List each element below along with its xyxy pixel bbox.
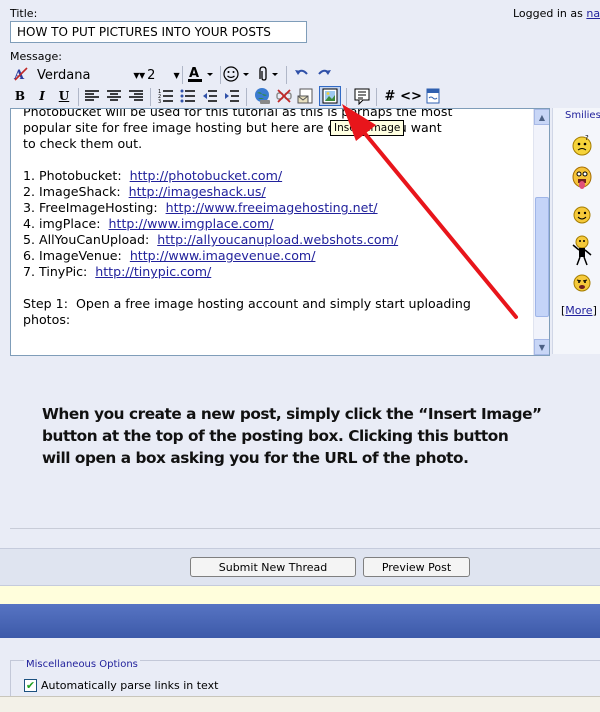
insert-image-tooltip: Insert Image [330, 120, 405, 136]
annotation-line: button at the top of the posting box. Cl… [42, 427, 509, 445]
insert-link-icon[interactable] [252, 86, 272, 106]
parse-links-checkbox[interactable]: ✔ [24, 679, 37, 692]
toolbar-separator [78, 88, 79, 106]
site-link-tinypic[interactable]: http://tinypic.com/ [95, 264, 211, 279]
site-link-freeimagehosting[interactable]: http://www.freeimagehosting.net/ [166, 200, 378, 215]
title-input[interactable]: HOW TO PUT PICTURES INTO YOUR POSTS [10, 21, 307, 43]
toolbar-separator [286, 66, 287, 84]
font-select[interactable]: Verdana ▼ [37, 65, 147, 85]
underline-button[interactable]: U [54, 86, 74, 106]
chevron-down-icon: ▼ [173, 70, 180, 80]
intro-line: to check them out. [23, 136, 143, 151]
intro-line: Photobucket will be used for this tutori… [23, 108, 453, 119]
font-select-value: Verdana [37, 67, 91, 83]
editor-scrollbar[interactable]: ▲ ▼ [533, 109, 549, 355]
svg-text:?: ? [585, 134, 589, 142]
window-bottom-edge [0, 696, 600, 712]
remove-format-icon[interactable]: A [10, 64, 32, 84]
insert-email-icon[interactable] [296, 86, 316, 106]
undo-icon[interactable] [292, 64, 312, 84]
toolbar-row-format: A Verdana ▼ ▼ 2 ▼ A [10, 64, 340, 86]
attachment-button[interactable] [254, 64, 282, 84]
more-smilies-link[interactable]: More [565, 304, 592, 317]
site-label: 2. ImageShack: [23, 184, 121, 199]
scroll-up-arrow-icon[interactable]: ▲ [534, 109, 549, 125]
toolbar-separator [246, 88, 247, 106]
smilies-more: [More] [561, 304, 597, 317]
toolbar-separator [150, 88, 151, 106]
divider [10, 528, 600, 529]
svg-text:3: 3 [158, 99, 161, 103]
hash-button[interactable]: # [380, 86, 400, 106]
smilies-panel: Smilies ? [More] [552, 108, 600, 354]
site-link-imagevenue[interactable]: http://www.imagevenue.com/ [130, 248, 316, 263]
more-bracket-close: ] [592, 304, 597, 317]
remove-link-icon[interactable] [274, 86, 294, 106]
toolbar-separator [220, 66, 221, 84]
title-label: Title: [10, 7, 38, 20]
preview-post-button[interactable]: Preview Post [363, 557, 470, 577]
font-color-button[interactable]: A [186, 64, 216, 84]
quote-icon[interactable] [352, 86, 372, 106]
tongue-smiley-icon[interactable] [571, 166, 593, 189]
toolbar-separator [182, 66, 183, 84]
frown-smiley-icon[interactable] [571, 272, 593, 294]
site-label: 5. AllYouCanUpload: [23, 232, 150, 247]
dancing-smiley-icon[interactable] [571, 234, 593, 266]
align-right-icon[interactable] [126, 86, 146, 106]
annotation-line: When you create a new post, simply click… [42, 405, 542, 423]
size-select[interactable]: ▼ 2 ▼ [139, 65, 180, 85]
logged-in-user-link[interactable]: na [586, 7, 600, 20]
redo-icon[interactable] [314, 64, 334, 84]
size-select-value: 2 [147, 67, 156, 83]
bullet-list-icon[interactable] [178, 86, 198, 106]
bold-button[interactable]: B [10, 86, 30, 106]
smilies-title: Smilies [565, 110, 600, 121]
site-link-imgplace[interactable]: http://www.imgplace.com/ [109, 216, 274, 231]
section-header-band [0, 604, 600, 638]
svg-text:A: A [189, 66, 199, 81]
toolbar-separator [376, 88, 377, 106]
outdent-icon[interactable] [200, 86, 220, 106]
scroll-thumb[interactable] [535, 197, 549, 317]
step-line: Step 1: Open a free image hosting accoun… [23, 296, 471, 311]
toolbar-separator [346, 88, 347, 106]
numbered-list-icon[interactable]: 123 [156, 86, 176, 106]
chevron-down-icon: ▼ [139, 70, 146, 80]
site-label: 4. imgPlace: [23, 216, 101, 231]
site-link-photobucket[interactable]: http://photobucket.com/ [130, 168, 282, 183]
indent-icon[interactable] [222, 86, 242, 106]
tutorial-annotation: When you create a new post, simply click… [42, 403, 562, 469]
italic-button[interactable]: I [32, 86, 52, 106]
misc-options-title: Miscellaneous Options [24, 659, 140, 670]
site-label: 1. Photobucket: [23, 168, 122, 183]
smile-smiley-icon[interactable] [571, 204, 593, 226]
submit-new-thread-button[interactable]: Submit New Thread [190, 557, 356, 577]
annotation-line: will open a box asking you for the URL o… [42, 449, 469, 467]
code-button[interactable]: <> [400, 86, 422, 106]
smiley-menu-button[interactable] [222, 64, 252, 84]
message-label: Message: [10, 50, 62, 63]
notice-band [0, 586, 600, 604]
logged-in-text: Logged in as [513, 7, 587, 20]
align-center-icon[interactable] [104, 86, 124, 106]
site-link-imageshack[interactable]: http://imageshack.us/ [129, 184, 266, 199]
scroll-down-arrow-icon[interactable]: ▼ [534, 339, 549, 355]
site-label: 6. ImageVenue: [23, 248, 122, 263]
site-link-allyoucanupload[interactable]: http://allyoucanupload.webshots.com/ [157, 232, 398, 247]
step-line: photos: [23, 312, 71, 327]
message-editor[interactable]: Photobucket will be used for this tutori… [10, 108, 550, 356]
confused-smiley-icon[interactable]: ? [571, 134, 593, 156]
site-label: 3. FreeImageHosting: [23, 200, 158, 215]
message-body: Photobucket will be used for this tutori… [23, 108, 528, 328]
insert-image-button[interactable] [319, 86, 341, 106]
parse-links-label: Automatically parse links in text [41, 679, 219, 692]
align-left-icon[interactable] [82, 86, 102, 106]
site-label: 7. TinyPic: [23, 264, 88, 279]
logged-in-status: Logged in as na [513, 7, 600, 20]
html-code-icon[interactable] [424, 86, 442, 106]
toolbar-row-insert: B I U 123 # <> [10, 86, 440, 108]
